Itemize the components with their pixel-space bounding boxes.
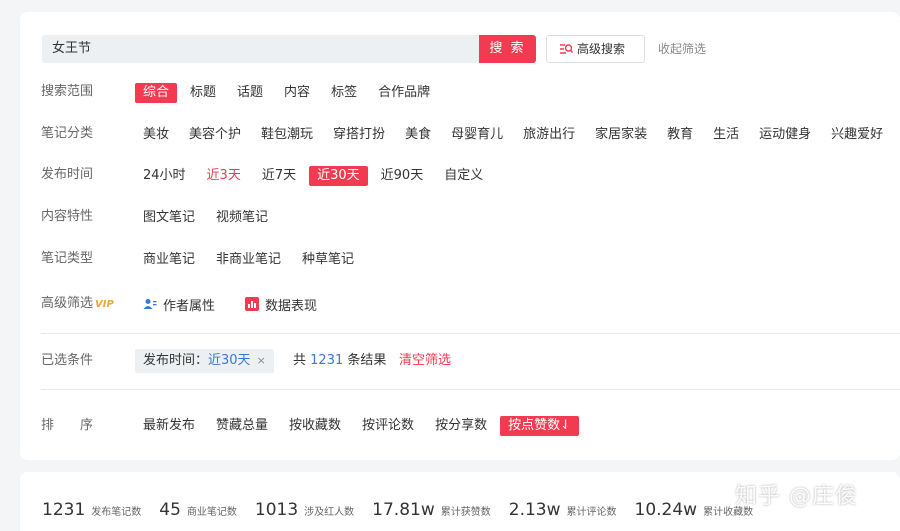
stat-value: 1231	[42, 500, 86, 520]
sort-label-a: 排	[41, 418, 55, 433]
stat-label: 涉及红人数	[304, 507, 355, 518]
content-options: 图文笔记 视频笔记	[135, 207, 281, 229]
category-options: 美妆 美容个护 鞋包潮玩 穿搭打扮 美食 母婴育儿 旅游出行 家居家装 教育 生…	[135, 124, 891, 146]
advanced-search-icon	[560, 44, 573, 54]
scope-option-title[interactable]: 标题	[182, 83, 224, 103]
scope-label: 搜索范围	[41, 84, 94, 99]
stat-value: 10.24w	[634, 500, 698, 520]
advanced-search-label: 高级搜索	[577, 42, 626, 56]
vip-badge: VIP	[95, 299, 114, 310]
stat-commercial: 45 商业笔记数	[159, 500, 237, 520]
sort-likes-label: 按点赞数	[508, 418, 561, 433]
author-attribute-label: 作者属性	[163, 298, 216, 314]
advanced-filter-options: 作者属性 数据表现	[143, 293, 347, 315]
sort-option-latest[interactable]: 最新发布	[135, 416, 203, 436]
time-option-3d[interactable]: 近3天	[199, 166, 249, 186]
time-option-custom[interactable]: 自定义	[436, 166, 491, 186]
type-option-commercial[interactable]: 商业笔记	[135, 250, 203, 270]
search-input[interactable]: 女王节	[42, 35, 480, 63]
selected-filter-chip[interactable]: 发布时间： 近30天 ×	[135, 349, 274, 373]
stat-value: 1013	[254, 500, 299, 520]
scope-options: 综合 标题 话题 内容 标签 合作品牌	[135, 82, 443, 104]
data-chart-icon	[245, 297, 260, 311]
watermark: 知乎 @庄俊	[735, 484, 858, 509]
stat-notes: 1231 发布笔记数	[42, 500, 141, 520]
time-option-30d[interactable]: 近30天	[309, 166, 368, 186]
category-option[interactable]: 美妆	[135, 125, 177, 145]
type-option-seeding[interactable]: 种草笔记	[294, 250, 362, 270]
sort-label-b: 序	[80, 418, 94, 433]
advanced-filter-label: 高级筛选 VIP	[41, 294, 114, 315]
scope-option-content[interactable]: 内容	[276, 83, 318, 103]
selected-conditions-label: 已选条件	[41, 353, 94, 368]
filter-panel: 女王节 搜 索 高级搜索 收起筛选 搜索范围 综合 标题 话题 内容 标签 合作…	[20, 12, 900, 460]
category-option[interactable]: 旅游出行	[515, 125, 583, 145]
count-value: 1231	[310, 353, 344, 368]
sort-option-comments[interactable]: 按评论数	[354, 416, 422, 436]
category-option[interactable]: 美食	[397, 125, 439, 145]
time-option-24h[interactable]: 24小时	[135, 166, 194, 186]
stat-value: 45	[159, 500, 181, 520]
time-label: 发布时间	[41, 167, 94, 182]
time-options: 24小时 近3天 近7天 近30天 近90天 自定义	[135, 165, 496, 187]
sort-option-likes[interactable]: 按点赞数⇃	[500, 416, 579, 436]
content-option-video[interactable]: 视频笔记	[208, 208, 276, 228]
category-option[interactable]: 家居家装	[587, 125, 655, 145]
author-icon	[143, 297, 157, 311]
chip-key: 发布时间：	[143, 353, 209, 368]
stat-influencers: 1013 涉及红人数	[255, 500, 354, 520]
stat-label: 商业笔记数	[186, 507, 237, 518]
search-button[interactable]: 搜 索	[479, 35, 536, 63]
type-option-noncommercial[interactable]: 非商业笔记	[208, 250, 289, 270]
category-option[interactable]: 美容个护	[181, 125, 249, 145]
stat-comments: 2.13w 累计评论数	[509, 500, 617, 520]
stat-label: 累计获赞数	[440, 507, 491, 518]
category-option[interactable]: 鞋包潮玩	[253, 125, 321, 145]
category-option[interactable]: 生活	[705, 125, 747, 145]
chip-value: 近30天	[208, 353, 251, 368]
advanced-filter-text: 高级筛选	[41, 296, 94, 311]
category-option[interactable]: 教育	[659, 125, 701, 145]
scope-option-tag[interactable]: 标签	[323, 83, 365, 103]
data-performance-filter[interactable]: 数据表现	[245, 295, 317, 314]
type-label: 笔记类型	[41, 251, 94, 266]
time-option-7d[interactable]: 近7天	[254, 166, 304, 186]
stat-label: 发布笔记数	[91, 507, 142, 518]
sort-option-shares[interactable]: 按分享数	[427, 416, 495, 436]
stat-value: 2.13w	[508, 500, 561, 520]
clear-filters-link[interactable]: 清空筛选	[399, 351, 451, 371]
category-option[interactable]: 母婴育儿	[443, 125, 511, 145]
stat-likes: 17.81w 累计获赞数	[372, 500, 491, 520]
close-icon[interactable]: ×	[257, 349, 266, 373]
sort-option-total[interactable]: 赞藏总量	[208, 416, 276, 436]
count-prefix: 共	[293, 353, 307, 368]
collapse-filters-link[interactable]: 收起筛选	[658, 35, 706, 63]
scope-option-topic[interactable]: 话题	[229, 83, 271, 103]
stats-row: 1231 发布笔记数 45 商业笔记数 1013 涉及红人数 17.81w 累计…	[42, 500, 771, 520]
sort-option-favorites[interactable]: 按收藏数	[281, 416, 349, 436]
scope-option-all[interactable]: 综合	[135, 83, 178, 103]
content-option-image[interactable]: 图文笔记	[135, 208, 203, 228]
advanced-search-button[interactable]: 高级搜索	[546, 35, 645, 63]
type-options: 商业笔记 非商业笔记 种草笔记	[135, 249, 367, 271]
author-attribute-filter[interactable]: 作者属性	[143, 295, 215, 314]
category-option[interactable]: 运动健身	[751, 125, 819, 145]
stat-value: 17.81w	[372, 500, 435, 520]
divider	[41, 389, 900, 390]
sort-label: 排序	[41, 416, 93, 436]
sort-options: 最新发布 赞藏总量 按收藏数 按评论数 按分享数 按点赞数⇃	[135, 415, 584, 437]
data-performance-label: 数据表现	[265, 298, 318, 314]
scope-option-brand[interactable]: 合作品牌	[370, 83, 438, 103]
count-suffix: 条结果	[347, 353, 387, 368]
sort-desc-icon: ⇃	[560, 418, 571, 433]
category-label: 笔记分类	[41, 126, 94, 141]
time-option-90d[interactable]: 近90天	[373, 166, 432, 186]
result-count: 共 1231 条结果	[293, 351, 386, 371]
category-option[interactable]: 穿搭打扮	[325, 125, 393, 145]
content-label: 内容特性	[41, 209, 94, 224]
stat-label: 累计评论数	[566, 507, 617, 518]
divider	[41, 333, 900, 334]
category-option[interactable]: 兴趣爱好	[823, 125, 891, 145]
